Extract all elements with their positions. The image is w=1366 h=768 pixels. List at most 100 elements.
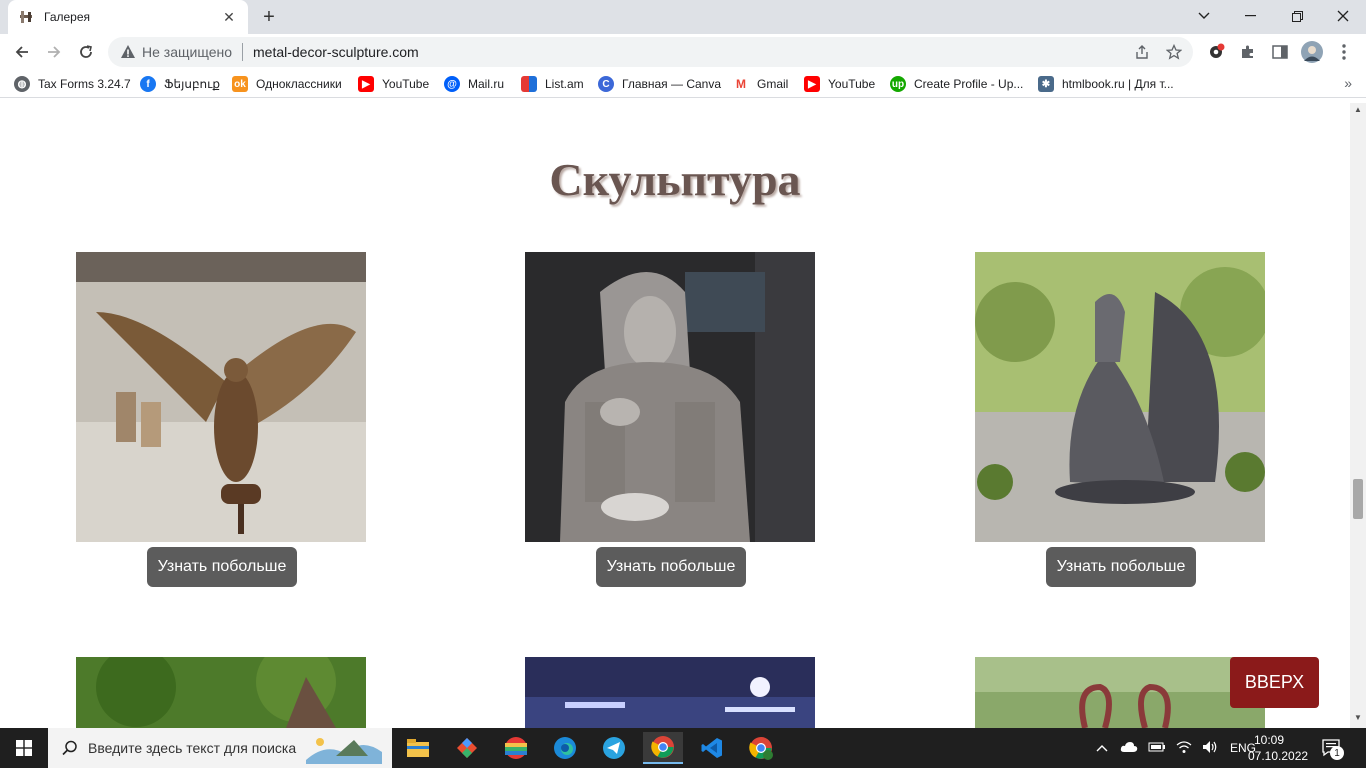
site-favicon-icon — [18, 9, 34, 25]
browser-tab-strip: Галерея ✕ + — [0, 0, 1366, 34]
bookmarks-overflow-icon[interactable]: » — [1344, 75, 1352, 91]
onedrive-cloud-icon[interactable] — [1120, 741, 1138, 756]
bookmark-label: Tax Forms 3.24.7 — [38, 77, 131, 91]
extensions-puzzle-icon[interactable] — [1234, 38, 1262, 66]
bookmark-item[interactable]: f Ֆեյսբուք — [140, 75, 220, 93]
taskbar-search-input[interactable]: Введите здесь текст для поиска — [48, 728, 392, 768]
notification-center-icon[interactable]: 1 — [1322, 728, 1344, 768]
menu-kebab-icon[interactable] — [1330, 38, 1358, 66]
share-icon[interactable] — [1129, 39, 1155, 65]
gallery-item — [975, 657, 1265, 728]
not-secure-label[interactable]: Не защищено — [142, 44, 232, 60]
learn-more-button[interactable]: Узнать побольше — [596, 547, 746, 587]
learn-more-button[interactable]: Узнать побольше — [1046, 547, 1196, 587]
bookmark-label: List.am — [545, 77, 584, 91]
close-window-icon[interactable] — [1329, 4, 1357, 28]
omnibox-divider — [242, 43, 243, 61]
youtube-icon: ▶ — [358, 76, 374, 92]
scroll-up-arrow-icon[interactable]: ▲ — [1353, 105, 1363, 115]
gallery-item — [76, 657, 366, 728]
bookmark-label: YouTube — [828, 77, 876, 91]
eagle-sculpture-photo[interactable] — [76, 252, 366, 542]
gallery-item — [525, 657, 815, 728]
bookmark-item[interactable]: ▶ YouTube — [358, 75, 429, 93]
bookmark-label: Одноклассники — [256, 77, 342, 91]
side-panel-icon[interactable] — [1266, 38, 1294, 66]
wifi-icon[interactable] — [1176, 740, 1192, 757]
system-tray: ENG — [1096, 728, 1256, 768]
edge-browser-icon[interactable] — [545, 732, 585, 764]
windows-start-icon[interactable] — [0, 728, 48, 768]
bookmark-label: YouTube — [382, 77, 430, 91]
new-tab-button[interactable]: + — [258, 6, 280, 28]
chrome-profile-icon[interactable] — [741, 732, 781, 764]
gallery-item: Узнать побольше — [975, 252, 1265, 587]
taskbar-clock[interactable]: 10:09 07.10.2022 — [1248, 732, 1309, 764]
page-scrollbar[interactable]: ▲ ▼ — [1350, 103, 1366, 728]
learn-more-button[interactable]: Узнать побольше — [147, 547, 297, 587]
chevron-down-icon[interactable] — [1190, 4, 1218, 28]
bookmark-label: Gmail — [757, 77, 789, 91]
bookmarks-bar: ◍ Tax Forms 3.24.7 f Ֆեյսբուք ok Однокла… — [0, 70, 1366, 98]
bookmark-star-icon[interactable] — [1161, 39, 1187, 65]
file-explorer-icon[interactable] — [398, 732, 438, 764]
gmail-icon: M — [733, 76, 749, 92]
tray-chevron-up-icon[interactable] — [1096, 741, 1108, 755]
url-text[interactable]: metal-decor-sculpture.com — [253, 44, 1129, 60]
bookmark-item[interactable]: List.am — [521, 75, 584, 93]
back-arrow-icon[interactable] — [8, 38, 36, 66]
bookmark-label: Главная — Canva — [622, 77, 722, 91]
bookmark-item[interactable]: ▶ YouTube — [804, 75, 875, 93]
git-app-icon[interactable] — [447, 732, 487, 764]
search-highlight-icon — [306, 738, 383, 764]
gallery-item: Узнать побольше — [525, 252, 815, 587]
extension-gear-icon[interactable] — [1202, 38, 1230, 66]
search-placeholder: Введите здесь текст для поиска — [88, 740, 297, 756]
bookmark-item[interactable]: up Create Profile - Up... — [890, 75, 1023, 93]
tab-title: Галерея — [44, 10, 91, 24]
sculpture-photo[interactable] — [975, 657, 1265, 728]
sculpture-photo[interactable] — [525, 657, 815, 728]
bookmark-label: Ֆեյսբուք — [164, 77, 221, 91]
chrome-browser-icon[interactable] — [643, 732, 683, 764]
warning-icon[interactable] — [120, 44, 136, 60]
globe-icon: ◍ — [14, 76, 30, 92]
volume-icon[interactable] — [1202, 740, 1218, 757]
search-icon — [62, 740, 77, 756]
youtube-icon: ▶ — [804, 76, 820, 92]
bookmark-item[interactable]: ✱ htmlbook.ru | Для т... — [1038, 75, 1174, 93]
reload-icon[interactable] — [72, 38, 100, 66]
vscode-icon[interactable] — [692, 732, 732, 764]
browser-toolbar: Не защищено metal-decor-sculpture.com — [0, 34, 1366, 70]
bookmark-label: Create Profile - Up... — [914, 77, 1024, 91]
bookmark-item[interactable]: ◍ Tax Forms 3.24.7 — [14, 75, 131, 93]
browser-tab[interactable]: Галерея ✕ — [8, 0, 248, 34]
telegram-icon[interactable] — [594, 732, 634, 764]
bookmark-item[interactable]: C Главная — Canva — [598, 75, 721, 93]
bookmark-item[interactable]: @ Mail.ru — [444, 75, 504, 93]
upwork-icon: up — [890, 76, 906, 92]
bookmark-item[interactable]: ok Одноклассники — [232, 75, 342, 93]
profile-avatar[interactable] — [1298, 38, 1326, 66]
battery-icon[interactable] — [1148, 741, 1166, 756]
page-title: Скульптура — [549, 154, 801, 205]
restore-icon[interactable] — [1283, 4, 1311, 28]
hooded-figure-sculpture-photo[interactable] — [525, 252, 815, 542]
facebook-icon: f — [140, 76, 156, 92]
scroll-to-top-button[interactable]: ВВЕРХ — [1230, 657, 1319, 708]
clock-date: 07.10.2022 — [1248, 749, 1309, 763]
tab-close-icon[interactable]: ✕ — [220, 8, 238, 26]
address-bar[interactable]: Не защищено metal-decor-sculpture.com — [108, 37, 1193, 67]
bookmark-label: Mail.ru — [468, 77, 505, 91]
windows-taskbar: Введите здесь текст для поиска ENG 10:09… — [0, 728, 1366, 768]
bookmark-item[interactable]: M Gmail — [733, 75, 788, 93]
dragon-sculpture-photo[interactable] — [975, 252, 1265, 542]
sculpture-photo[interactable] — [76, 657, 366, 728]
forward-arrow-icon[interactable] — [40, 38, 68, 66]
rainbow-app-icon[interactable] — [496, 732, 536, 764]
minimize-icon[interactable] — [1236, 4, 1264, 28]
scroll-down-arrow-icon[interactable]: ▼ — [1353, 713, 1363, 723]
notification-count-badge: 1 — [1330, 746, 1344, 760]
canva-icon: C — [598, 76, 614, 92]
scrollbar-thumb[interactable] — [1353, 479, 1363, 519]
